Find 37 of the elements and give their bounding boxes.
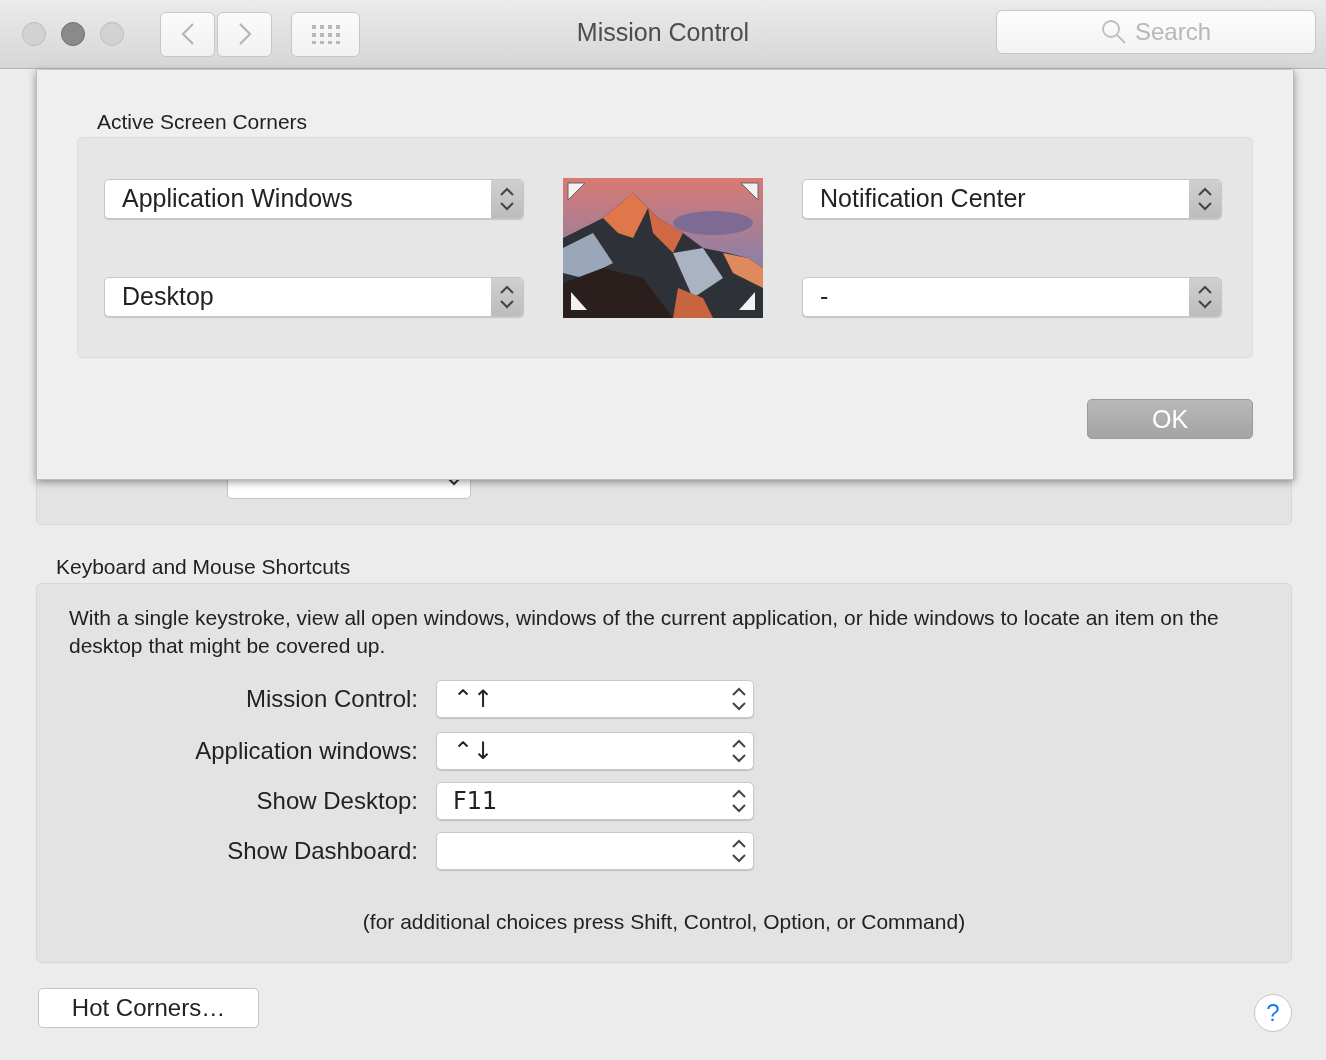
shortcut-label: Application windows: <box>194 737 419 765</box>
chevron-right-icon <box>237 22 252 46</box>
show-all-button[interactable] <box>291 11 360 57</box>
chevron-left-icon <box>180 22 195 46</box>
shortcut-label: Show Desktop: <box>255 787 419 815</box>
window-title: Mission Control <box>576 18 750 47</box>
help-button[interactable]: ? <box>1254 994 1292 1032</box>
shortcut-label: Show Dashboard: <box>226 837 419 865</box>
stepper-icon <box>1197 185 1213 212</box>
shortcut-dropdown[interactable]: ⌃↑ <box>436 680 754 718</box>
section-title: Keyboard and Mouse Shortcuts <box>56 555 352 579</box>
description-text: With a single keystroke, view all open windows, windows of the current application, or hide windows to locate an item on the desktop that might be covered up. <box>69 605 1219 659</box>
search-icon <box>1100 19 1127 45</box>
stepper-icon <box>731 788 747 814</box>
stepper-icon <box>731 738 747 764</box>
sheet-title: Active Screen Corners <box>97 110 309 134</box>
stepper-icon <box>1197 283 1213 310</box>
corner-dropdown[interactable]: Desktop <box>104 276 524 317</box>
shortcut-label: Mission Control: <box>244 685 419 713</box>
back-button[interactable] <box>160 11 215 57</box>
corner-dropdown[interactable]: Notification Center <box>802 178 1222 219</box>
stepper-icon <box>731 686 747 712</box>
corner-dropdown[interactable]: Application Windows <box>104 178 524 219</box>
stepper-icon <box>499 185 515 212</box>
hot-corners-button[interactable]: Hot Corners… <box>38 988 259 1028</box>
stepper-icon <box>731 838 747 864</box>
grid-icon <box>310 24 341 44</box>
stepper-icon <box>499 283 515 310</box>
shortcut-dropdown[interactable]: ⌃↓ <box>436 732 754 770</box>
zoom-button[interactable] <box>100 22 124 46</box>
forward-button[interactable] <box>217 11 272 57</box>
hint-text: (for additional choices press Shift, Control, Option, or Command) <box>361 910 967 934</box>
shortcut-dropdown[interactable]: F11 <box>436 782 754 820</box>
shortcut-dropdown[interactable] <box>436 832 754 870</box>
corner-dropdown[interactable]: - <box>802 276 1222 317</box>
close-button[interactable] <box>22 22 46 46</box>
minimize-button[interactable] <box>61 22 85 46</box>
